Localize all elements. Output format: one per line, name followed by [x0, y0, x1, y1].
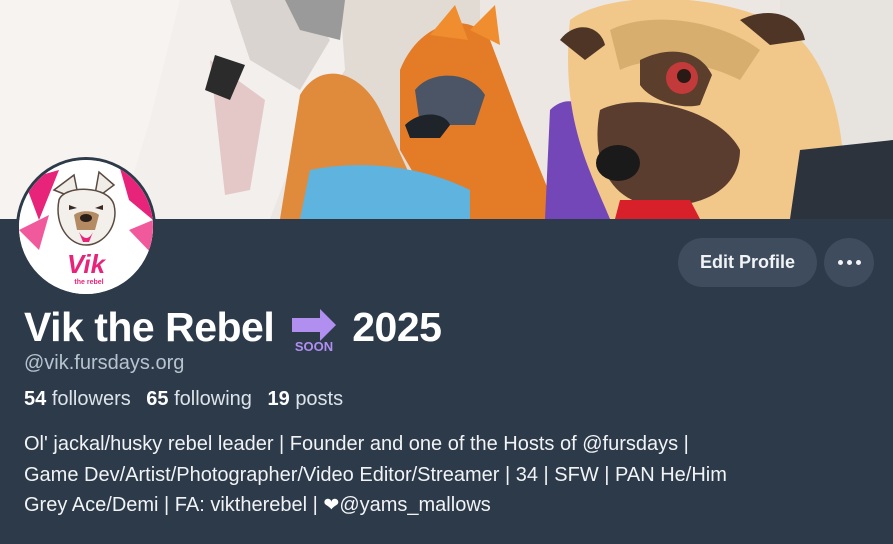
bio-mention-link[interactable]: @yams_mallows [339, 494, 490, 516]
posts-stat: 19 posts [268, 388, 344, 410]
avatar-illustration: Vik the rebel [19, 160, 153, 294]
more-options-button[interactable] [824, 238, 874, 287]
following-link[interactable]: 65 following [146, 388, 252, 410]
profile-page: Vik the rebel Edit Profile Vik the Rebel… [0, 0, 893, 544]
posts-label: posts [295, 388, 344, 410]
avatar-logo-text: Vik [67, 249, 107, 279]
profile-bio: Ol' jackal/husky rebel leader | Founder … [24, 429, 884, 522]
following-label: following [174, 388, 252, 410]
profile-avatar[interactable]: Vik the rebel [16, 157, 156, 297]
heart-icon: ❤ [323, 495, 340, 516]
edit-profile-button[interactable]: Edit Profile [678, 238, 817, 287]
followers-link[interactable]: 54 followers [24, 388, 131, 410]
display-name-text: Vik the Rebel [24, 303, 275, 350]
bio-line-1: Ol' jackal/husky rebel leader | Founder … [24, 433, 689, 455]
followers-count: 54 [24, 388, 47, 410]
posts-count: 19 [267, 388, 290, 410]
avatar-logo-subtext: the rebel [74, 279, 103, 286]
ellipsis-icon [837, 260, 843, 265]
display-name-year: 2025 [352, 303, 442, 350]
profile-handle[interactable]: @vik.fursdays.org [24, 352, 184, 375]
following-count: 65 [146, 388, 169, 410]
followers-label: followers [51, 388, 131, 410]
bio-line-3: Grey Ace/Demi | FA: viktherebel | ❤@yams… [24, 490, 884, 522]
soon-label: SOON [295, 339, 333, 352]
bio-line-2: Game Dev/Artist/Photographer/Video Edito… [24, 463, 727, 486]
ellipsis-icon-dot [846, 260, 852, 265]
display-name: Vik the Rebel SOON 2025 [24, 300, 442, 354]
soon-arrow-icon: SOON [292, 309, 337, 352]
ellipsis-icon-dot [855, 260, 861, 265]
bio-line-3-text: Grey Ace/Demi | FA: viktherebel | [24, 494, 324, 516]
avatar-image: Vik the rebel [19, 160, 153, 294]
profile-stats: 54 followers 65 following 19 posts [24, 388, 353, 411]
